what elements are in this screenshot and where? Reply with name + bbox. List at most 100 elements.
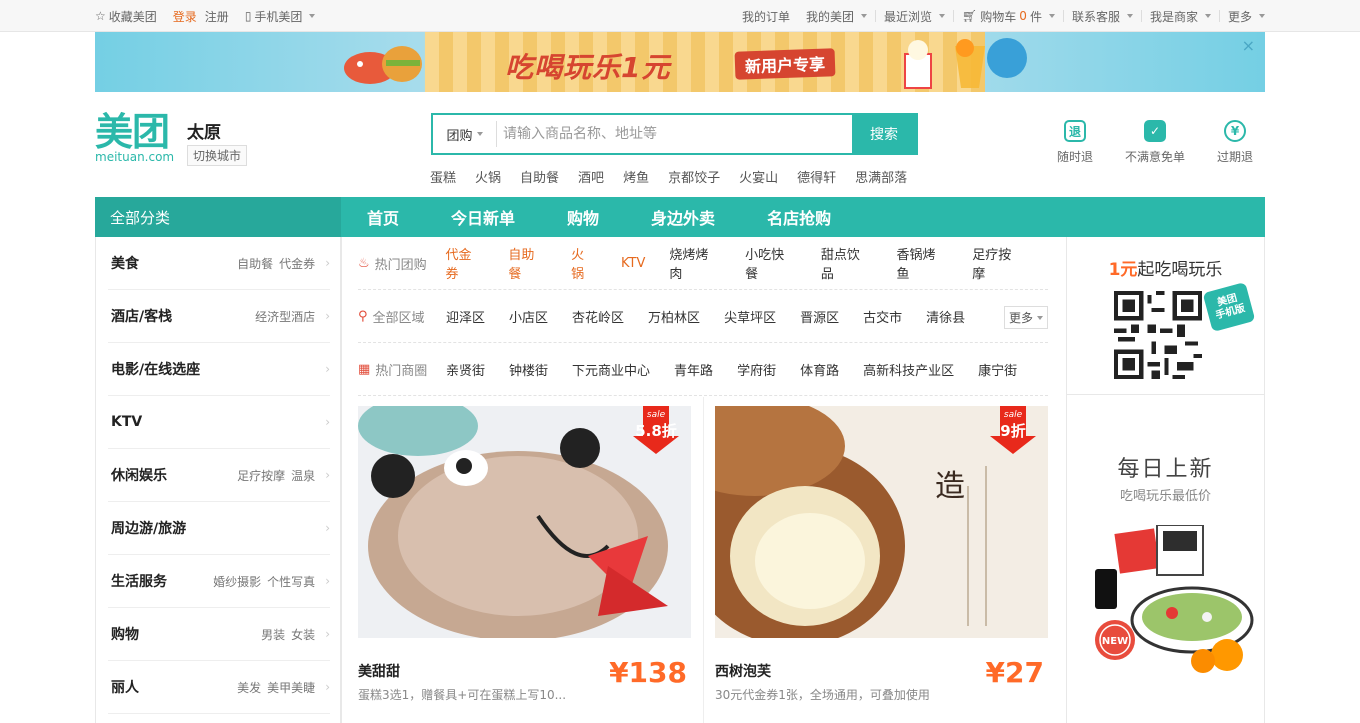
filter-option[interactable]: 香锅烤鱼 (897, 244, 949, 282)
category-item[interactable]: 周边游/旅游 › (108, 502, 330, 555)
search-input[interactable] (497, 115, 852, 153)
filter-option[interactable]: 康宁街 (978, 360, 1017, 379)
switch-city-button[interactable]: 切换城市 (187, 145, 248, 166)
filter-option[interactable]: 自助餐 (508, 244, 547, 282)
subcategory-link[interactable]: 足疗按摩 (237, 467, 285, 484)
subcategory-link[interactable]: 温泉 (291, 467, 315, 484)
my-orders-link[interactable]: 我的订单 (734, 8, 798, 25)
subcategory-link[interactable]: 自助餐 (237, 255, 273, 272)
discount-tag: sale 9折 (990, 406, 1036, 454)
filter-option[interactable]: 杏花岭区 (572, 307, 624, 326)
more-menu[interactable]: 更多 (1220, 8, 1265, 25)
filter-option[interactable]: 晋源区 (800, 307, 839, 326)
filter-option[interactable]: 火锅 (571, 244, 597, 282)
filter-row-areas: ⚲ 全部区域 迎泽区 小店区 杏花岭区 万柏林区 尖草坪区 晋源区 古交市 清徐县 更多 (358, 290, 1048, 343)
favorite-link[interactable]: ☆ 收藏美团 (95, 8, 165, 25)
filter-option[interactable]: 学府街 (737, 360, 776, 379)
login-link[interactable]: 登录 (165, 8, 205, 25)
subcategory-link[interactable]: 男装 (261, 626, 285, 643)
filter-option[interactable]: 体育路 (800, 360, 839, 379)
filter-option[interactable]: 钟楼街 (509, 360, 548, 379)
category-item[interactable]: 美食 自助餐 代金券 › (108, 237, 330, 290)
chevron-down-icon (1126, 14, 1133, 18)
filter-option[interactable]: 万柏林区 (648, 307, 700, 326)
daily-new-promo[interactable]: 每日上新 吃喝玩乐最低价 NEW (1067, 395, 1264, 723)
filter-option[interactable]: KTV (621, 256, 645, 271)
chevron-right-icon: › (325, 362, 330, 376)
close-icon[interactable]: × (1242, 36, 1255, 55)
deal-card[interactable]: sale 5.8折 美甜甜 蛋糕3选1，赠餐具+可在蛋糕上写10... ¥138 (358, 406, 691, 702)
all-categories-button[interactable]: 全部分类 (95, 197, 341, 237)
merchant-menu[interactable]: 我是商家 (1142, 8, 1219, 25)
category-item[interactable]: 购物 男装 女装 › (108, 608, 330, 661)
nav-item[interactable]: 首页 (341, 205, 425, 229)
guarantee-free-if-unsatisfied[interactable]: ✓ 不满意免单 (1125, 120, 1185, 165)
category-name: 丽人 (111, 680, 139, 696)
register-link[interactable]: 注册 (205, 8, 237, 25)
category-item[interactable]: 丽人 美发 美甲美睫 › (108, 661, 330, 714)
my-meituan-menu[interactable]: 我的美团 (798, 8, 875, 25)
hotword-link[interactable]: 烤鱼 (623, 167, 649, 186)
hotword-link[interactable]: 京都饺子 (668, 167, 720, 186)
hotword-link[interactable]: 蛋糕 (430, 167, 456, 186)
filter-option[interactable]: 烧烤烤肉 (669, 244, 721, 282)
filter-option[interactable]: 古交市 (863, 307, 902, 326)
filter-option[interactable]: 下元商业中心 (572, 360, 650, 379)
search-category-select[interactable]: 团购 (433, 121, 497, 147)
deal-card[interactable]: 造 sale 9折 西树泡芙 30元代金券1张，全场通用，可叠加使用 ¥27 (715, 406, 1048, 702)
hotword-link[interactable]: 思满部落 (855, 167, 907, 186)
subcategory-link[interactable]: 婚纱摄影 (213, 573, 261, 590)
deal-title[interactable]: 美甜甜 (358, 661, 400, 681)
meituan-logo[interactable]: 美团 meituan.com (95, 112, 174, 164)
main-nav: 全部分类 首页 今日新单 购物 身边外卖 名店抢购 (95, 197, 1265, 237)
filter-option[interactable]: 足疗按摩 (972, 244, 1024, 282)
filter-row-hot-deals: ♨ 热门团购 代金券 自助餐 火锅 KTV 烧烤烤肉 小吃快餐 甜点饮品 香锅烤鱼 足疗按摩 (358, 237, 1048, 290)
filter-option[interactable]: 清徐县 (926, 307, 965, 326)
nav-item[interactable]: 身边外卖 (625, 205, 741, 229)
deal-price: ¥27 (985, 656, 1044, 689)
nav-item[interactable]: 今日新单 (425, 205, 541, 229)
category-item[interactable]: 酒店/客栈 经济型酒店 › (108, 290, 330, 343)
filter-option[interactable]: 小店区 (509, 307, 548, 326)
category-item[interactable]: 电影/在线选座 › (108, 343, 330, 396)
category-subs: 足疗按摩 温泉 › (237, 467, 330, 484)
hotword-link[interactable]: 自助餐 (520, 167, 559, 186)
subcategory-link[interactable]: 女装 (291, 626, 315, 643)
filter-option[interactable]: 亲贤街 (446, 360, 485, 379)
guarantee-refund-anytime[interactable]: 退 随时退 (1045, 120, 1105, 165)
filter-option[interactable]: 青年路 (674, 360, 713, 379)
nav-item[interactable]: 购物 (541, 205, 625, 229)
support-menu[interactable]: 联系客服 (1064, 8, 1141, 25)
recent-menu[interactable]: 最近浏览 (876, 8, 953, 25)
nav-item[interactable]: 名店抢购 (741, 205, 857, 229)
filter-option[interactable]: 尖草坪区 (724, 307, 776, 326)
hotword-link[interactable]: 火宴山 (739, 167, 778, 186)
subcategory-link[interactable]: 美发 (237, 679, 261, 696)
subcategory-link[interactable]: 个性写真 (267, 573, 315, 590)
deal-title[interactable]: 西树泡芙 (715, 661, 771, 681)
more-areas-button[interactable]: 更多 (1003, 306, 1048, 329)
mobile-meituan-link[interactable]: ▯ 手机美团 (237, 8, 324, 25)
filter-option[interactable]: 代金券 (446, 244, 485, 282)
filter-option[interactable]: 甜点饮品 (821, 244, 873, 282)
category-name: 购物 (111, 627, 139, 643)
deal-image[interactable]: 造 sale 9折 (715, 406, 1048, 638)
hotword-link[interactable]: 酒吧 (578, 167, 604, 186)
mobile-app-promo[interactable]: 1元起吃喝玩乐 美团 手机版 (1067, 237, 1264, 395)
search-button[interactable]: 搜索 (852, 115, 916, 153)
subcategory-link[interactable]: 美甲美睫 (267, 679, 315, 696)
category-item[interactable]: 休闲娱乐 足疗按摩 温泉 › (108, 449, 330, 502)
guarantee-expiry-refund[interactable]: ¥ 过期退 (1205, 120, 1265, 165)
category-item[interactable]: 生活服务 婚纱摄影 个性写真 › (108, 555, 330, 608)
filter-option[interactable]: 高新科技产业区 (863, 360, 954, 379)
hotword-link[interactable]: 火锅 (475, 167, 501, 186)
filter-option[interactable]: 迎泽区 (446, 307, 485, 326)
subcategory-link[interactable]: 代金券 (279, 255, 315, 272)
subcategory-link[interactable]: 经济型酒店 (255, 308, 315, 325)
category-item[interactable]: KTV › (108, 396, 330, 449)
cart-menu[interactable]: 🛒︎ 购物车 0 件 (954, 8, 1063, 25)
hotword-link[interactable]: 德得轩 (797, 167, 836, 186)
promo-banner[interactable]: 吃喝玩乐1元 新用户专享 × (95, 32, 1265, 92)
filter-option[interactable]: 小吃快餐 (745, 244, 797, 282)
deal-image[interactable]: sale 5.8折 (358, 406, 691, 638)
